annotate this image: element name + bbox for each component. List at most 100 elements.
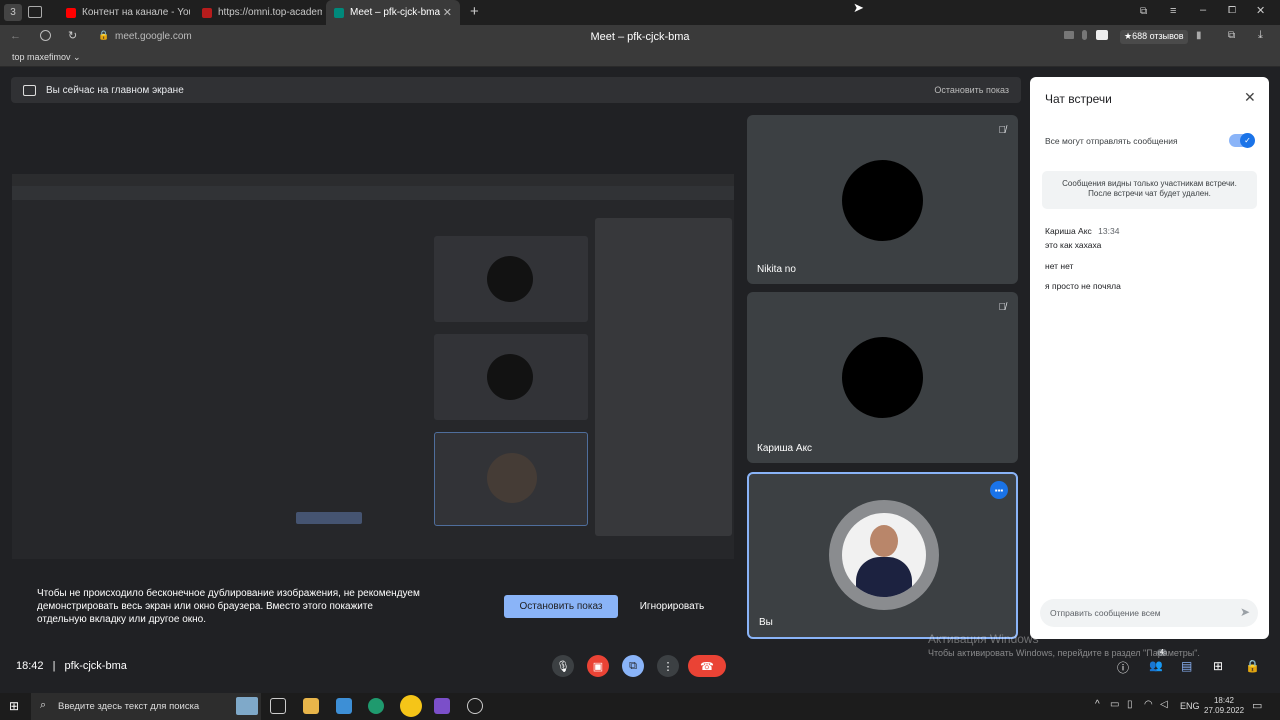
- file-explorer-icon[interactable]: [303, 698, 319, 714]
- banner-stop-link[interactable]: Остановить показ: [934, 85, 1009, 95]
- network-icon[interactable]: ▭: [1110, 699, 1119, 710]
- nested-chat: [595, 218, 732, 536]
- app-icon[interactable]: [467, 698, 483, 714]
- warning-line: Чтобы не происходило бесконечное дублиро…: [37, 588, 420, 599]
- check-icon: ✓: [1240, 133, 1255, 148]
- maximize-icon[interactable]: ⧠: [1228, 5, 1236, 16]
- nested-stop-button: [296, 512, 362, 524]
- store-icon[interactable]: [336, 698, 352, 714]
- bookmark-label: top maxefimov: [12, 52, 71, 62]
- tab-omni[interactable]: https://omni.top-academy.: [196, 0, 322, 25]
- collections-icon[interactable]: ⧉: [1140, 6, 1147, 17]
- close-tab-icon[interactable]: ✕: [443, 6, 452, 19]
- chat-input[interactable]: Отправить сообщение всем ➤: [1040, 599, 1258, 627]
- windows-taskbar: ⊞ ⌕ Введите здесь текст для поиска ^ ▭ ▯…: [0, 693, 1280, 720]
- camera-off-button[interactable]: ▣: [587, 655, 609, 677]
- more-vert-icon: ⋮: [662, 660, 674, 673]
- meeting-code: pfk-cjck-bma: [64, 660, 127, 672]
- message-author: Кариша Акс: [1045, 226, 1092, 236]
- self-tile[interactable]: ▪▪▪ Вы: [747, 472, 1018, 639]
- tab-groups-icon[interactable]: [28, 6, 42, 18]
- duplicate-warning: Чтобы не происходило бесконечное дублиро…: [37, 587, 477, 626]
- meet-page: Вы сейчас на главном экране Остановить п…: [0, 67, 1280, 684]
- nested-end: [12, 559, 13, 560]
- tab-label: Контент на канале - YouTu: [82, 7, 190, 18]
- language-indicator[interactable]: ENG: [1180, 701, 1200, 711]
- mic-tray-icon[interactable]: ▯: [1127, 699, 1133, 710]
- footer-meeting-info: 18:42 | pfk-cjck-bma: [16, 660, 127, 672]
- tab-counter[interactable]: 3: [4, 4, 22, 21]
- host-controls-icon[interactable]: 🔒: [1245, 659, 1260, 673]
- message-text: это как хахаха: [1045, 240, 1102, 250]
- wifi-icon[interactable]: ◠: [1144, 699, 1153, 710]
- tab-youtube[interactable]: Контент на канале - YouTu: [60, 0, 190, 25]
- more-options-button[interactable]: ⋮: [657, 655, 679, 677]
- stop-sharing-button[interactable]: Остановить показ: [504, 595, 618, 618]
- edge-icon[interactable]: [368, 698, 384, 714]
- tab-meet[interactable]: Meet – pfk-cjck-bma ✕: [326, 0, 460, 25]
- reviews-badge[interactable]: ★688 отзывов: [1120, 30, 1188, 44]
- windows-start-icon[interactable]: ⊞: [9, 699, 19, 713]
- activation-title: Активация Windows: [928, 632, 1039, 646]
- end-call-button[interactable]: ☎: [688, 655, 726, 677]
- mic-off-icon: 🎙̸: [998, 302, 1007, 313]
- chat-input-placeholder: Отправить сообщение всем: [1050, 608, 1161, 618]
- chat-icon[interactable]: ▤: [1181, 659, 1192, 673]
- meet-icon: [334, 7, 344, 18]
- warning-line: отдельную вкладку или другое окно.: [37, 614, 206, 625]
- messages-toggle[interactable]: ✓: [1229, 133, 1255, 148]
- bookmark-icon[interactable]: ▮: [1196, 30, 1202, 41]
- mic-status-icon: [1082, 30, 1087, 40]
- people-icon[interactable]: 👥: [1149, 659, 1163, 672]
- nested-tabstrip: [12, 174, 734, 186]
- notifications-icon[interactable]: ▭: [1252, 699, 1262, 712]
- tab-label: Meet – pfk-cjck-bma: [350, 7, 441, 18]
- taskbar-search[interactable]: ⌕ Введите здесь текст для поиска: [31, 693, 261, 720]
- hangup-icon: ☎: [700, 660, 714, 673]
- present-icon: ⧉: [629, 659, 637, 672]
- new-tab-button[interactable]: +: [470, 3, 479, 20]
- presenting-banner: Вы сейчас на главном экране Остановить п…: [11, 77, 1021, 103]
- present-button[interactable]: ⧉: [622, 655, 644, 677]
- toggle-label: Все могут отправлять сообщения: [1045, 136, 1178, 146]
- message-text: я просто не почяла: [1045, 281, 1121, 291]
- menu-icon[interactable]: ≡: [1170, 5, 1176, 17]
- tray-chevron-icon[interactable]: ^: [1095, 699, 1100, 710]
- visual-studio-icon[interactable]: [434, 698, 450, 714]
- message-time: 13:34: [1098, 226, 1120, 236]
- mic-off-icon: 🎙̸: [998, 125, 1007, 136]
- nested-avatar: [487, 354, 533, 400]
- mouse-cursor-icon: ➤: [853, 0, 864, 15]
- camera-status-icon: [1064, 31, 1074, 39]
- volume-icon[interactable]: ◁: [1160, 699, 1168, 710]
- close-window-icon[interactable]: ✕: [1256, 4, 1265, 17]
- participant-tile[interactable]: 🎙̸ Nikita no: [747, 115, 1018, 284]
- taskbar-clock[interactable]: 18:42 27.09.2022: [1204, 696, 1244, 716]
- avatar-body: [856, 557, 912, 597]
- task-view-icon[interactable]: [270, 698, 286, 714]
- ignore-button[interactable]: Игнорировать: [630, 595, 714, 618]
- shared-screen-preview: [12, 174, 734, 559]
- yandex-browser-icon[interactable]: [400, 695, 422, 717]
- info-icon[interactable]: ⓘ: [1117, 659, 1129, 676]
- warning-line: демонстрировать весь экран или окно брау…: [37, 601, 373, 612]
- nested-tile: [434, 236, 588, 322]
- mic-icon: 🎙: [556, 660, 570, 673]
- tab-label: https://omni.top-academy.: [218, 7, 322, 18]
- present-screen-icon: [23, 84, 36, 96]
- participant-tile[interactable]: 🎙̸ Кариша Акс: [747, 292, 1018, 463]
- bookmarks-bar: top maxefimov ⌄: [0, 49, 1280, 67]
- notice-line: После встречи чат будет удален.: [1088, 189, 1211, 198]
- close-icon[interactable]: ✕: [1244, 89, 1256, 106]
- sidebar-icon[interactable]: ⧉: [1228, 30, 1235, 41]
- clock-time: 18:42: [1213, 696, 1235, 705]
- omni-icon: [202, 7, 212, 18]
- download-icon[interactable]: ⤓: [1258, 29, 1263, 42]
- address-bar: ← ↻ 🔒 meet.google.com Meet – pfk-cjck-bm…: [0, 25, 1280, 49]
- minimize-icon[interactable]: –: [1200, 4, 1206, 16]
- search-highlight-image: [236, 697, 258, 715]
- mic-button[interactable]: 🎙: [552, 655, 574, 677]
- activities-icon[interactable]: ⊞: [1213, 659, 1223, 673]
- bookmark-item[interactable]: top maxefimov ⌄: [12, 52, 81, 63]
- send-icon[interactable]: ➤: [1240, 605, 1250, 619]
